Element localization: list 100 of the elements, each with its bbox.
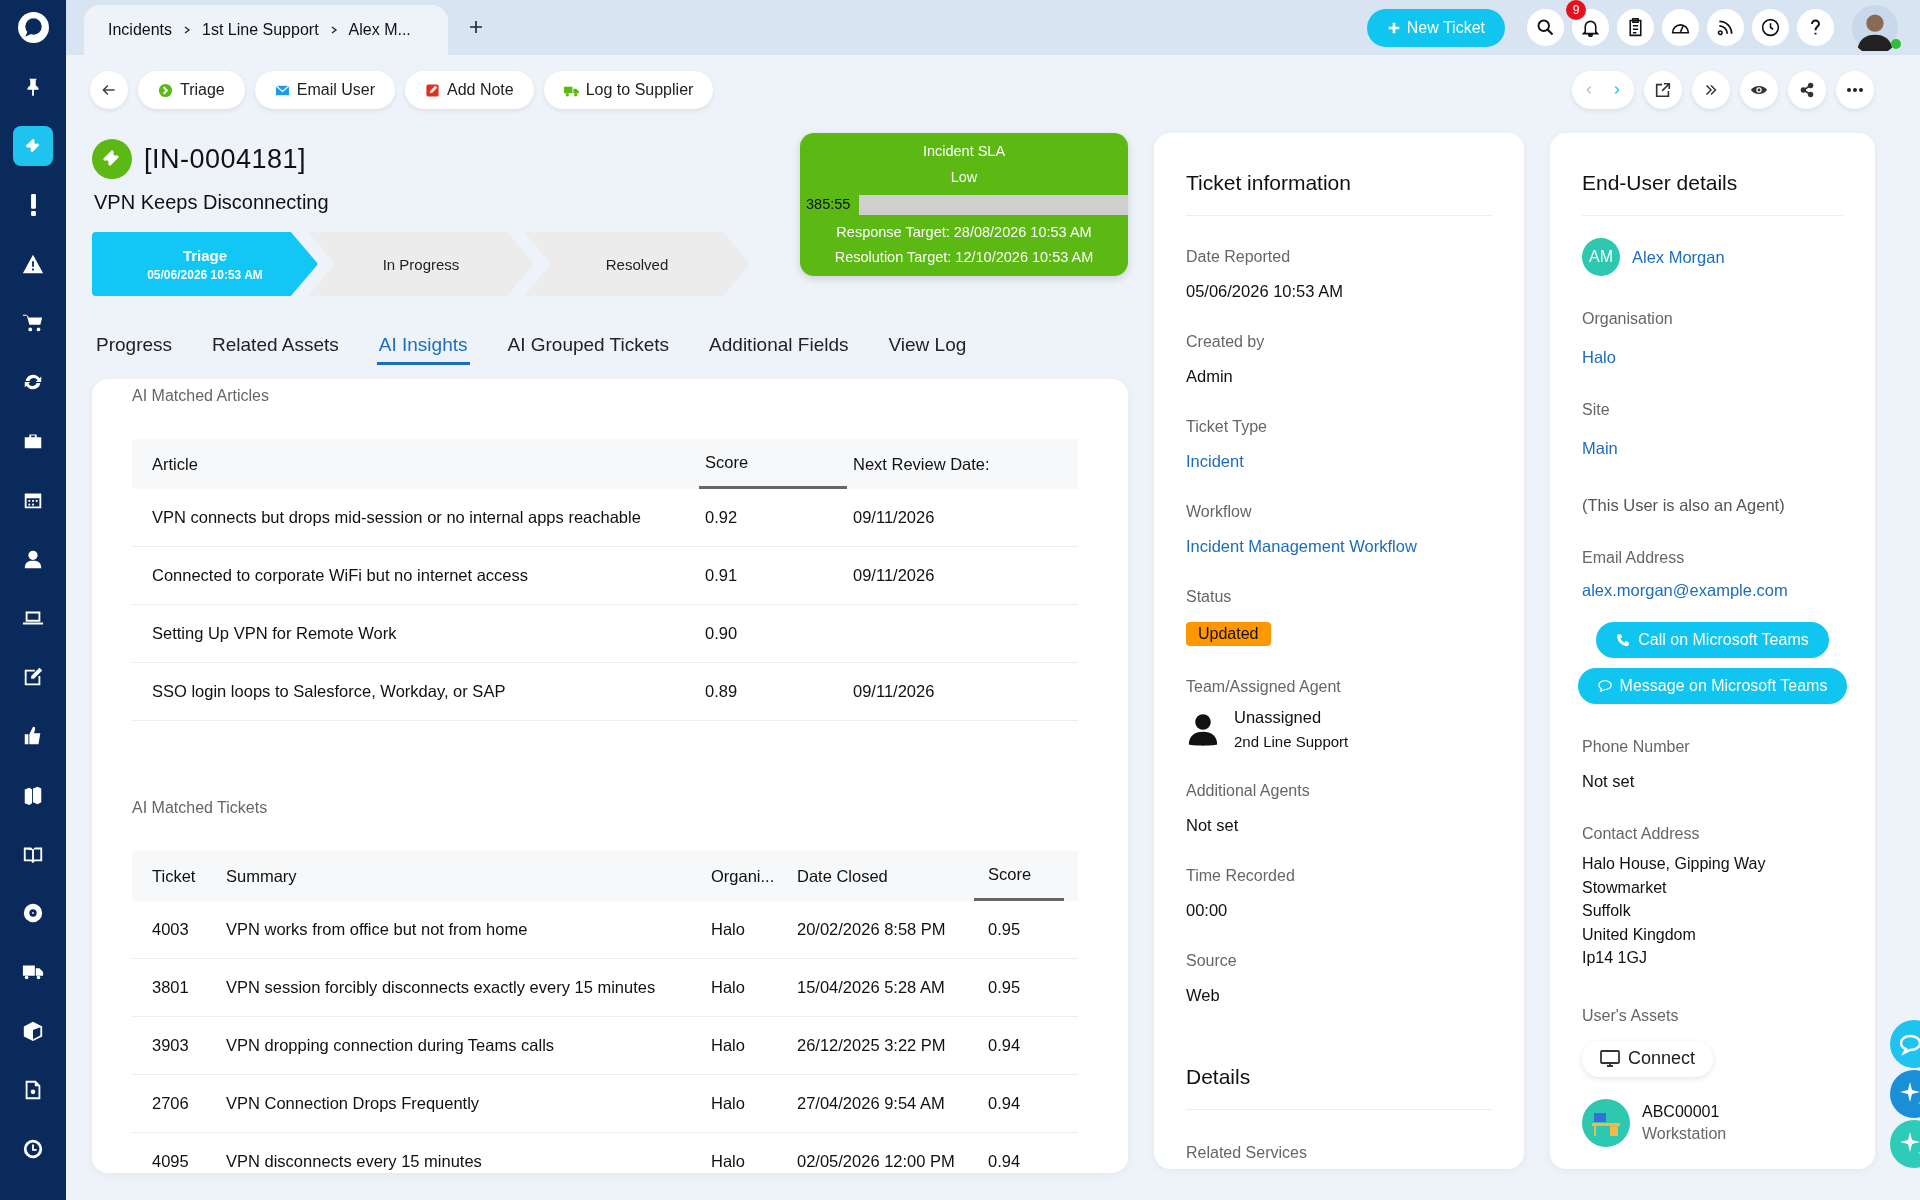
field-label: Ticket Type — [1186, 418, 1268, 436]
field-label: Contact Address — [1582, 825, 1701, 843]
panel-title: End-User details — [1582, 171, 1843, 216]
sla-priority: Low — [950, 169, 978, 187]
sla-title: Incident SLA — [922, 143, 1006, 161]
share-button[interactable] — [1788, 71, 1826, 109]
sidebar-item[interactable] — [13, 125, 53, 166]
table-cell-text: 2706 — [151, 1093, 190, 1114]
clipboard-button[interactable] — [1617, 9, 1654, 46]
add-tab-icon[interactable] — [468, 19, 484, 35]
breadcrumb-link[interactable]: 1st Line Support — [202, 21, 319, 39]
logo-icon[interactable] — [16, 11, 50, 44]
column-header[interactable]: Organi... — [699, 851, 789, 901]
table-cell-text: VPN session forcibly disconnects exactly every 15 minutes — [225, 977, 657, 998]
person-icon — [1186, 711, 1220, 747]
section-title: AI Matched Tickets — [132, 799, 269, 817]
field-label: Time Recorded — [1186, 867, 1296, 885]
tab[interactable]: AI Insights — [376, 334, 470, 365]
table-cell-text: 0.95 — [987, 919, 1022, 940]
field-label: Organisation — [1582, 310, 1674, 328]
organisation-link[interactable]: Halo — [1582, 348, 1843, 367]
stage-step[interactable]: In Progress — [308, 232, 534, 296]
action-button[interactable]: Add Note — [405, 71, 534, 109]
table-cell-text: 09/11/2026 — [852, 565, 936, 586]
stage-step[interactable]: Resolved — [524, 232, 750, 296]
field-label: Email Address — [1582, 549, 1686, 567]
email-link[interactable]: alex.morgan@example.com — [1582, 581, 1843, 600]
action-button[interactable]: Log to Supplier — [543, 71, 714, 109]
field-link[interactable]: Incident — [1186, 452, 1492, 471]
ticket-icon — [92, 139, 132, 179]
watch-button[interactable] — [1740, 71, 1778, 109]
breadcrumb-tab[interactable]: Incidents 1st Line Support Alex M... — [84, 5, 448, 55]
table-cell-text: Halo — [710, 977, 746, 998]
tab[interactable]: Additional Fields — [707, 334, 851, 365]
table-cell-text: 0.92 — [704, 507, 739, 528]
column-header[interactable]: Summary — [214, 851, 699, 901]
more-button[interactable] — [1836, 71, 1874, 109]
help-button[interactable] — [1797, 9, 1834, 46]
edit-icon — [22, 665, 44, 688]
column-header[interactable]: Score — [699, 439, 847, 489]
column-header[interactable]: Next Review Date: — [847, 439, 1078, 489]
table-cell-text: 0.91 — [704, 565, 739, 586]
breadcrumb-link[interactable]: Incidents — [108, 21, 173, 39]
field-value: Unassigned — [1234, 708, 1323, 727]
field-label: Phone Number — [1582, 738, 1691, 756]
user-name-link[interactable]: Alex Morgan — [1632, 247, 1725, 267]
feed-button[interactable] — [1707, 9, 1744, 46]
panel-title: Ticket information — [1186, 171, 1492, 216]
response-target: Response Target: 28/08/2026 10:53 AM — [836, 224, 1092, 240]
gauge-button[interactable] — [1662, 9, 1699, 46]
breadcrumb-link[interactable]: Alex M... — [348, 21, 411, 39]
asset-type: Workstation — [1642, 1124, 1727, 1143]
field-label: Date Reported — [1186, 248, 1292, 266]
tab[interactable]: Related Assets — [210, 334, 341, 365]
field-label: Team/Assigned Agent — [1186, 678, 1342, 696]
clock-button[interactable] — [1752, 9, 1789, 46]
user-avatar[interactable] — [1852, 4, 1898, 51]
field-link[interactable]: Incident Management Workflow — [1186, 537, 1492, 556]
search-icon — [1535, 17, 1556, 38]
column-header[interactable]: Date Closed — [789, 851, 974, 901]
table-cell-text: VPN disconnects every 15 minutes — [225, 1151, 483, 1172]
monitor-icon — [1600, 1049, 1620, 1068]
back-button[interactable] — [90, 71, 128, 109]
search-button[interactable] — [1527, 9, 1564, 46]
chat-bubble-icon — [1597, 679, 1612, 693]
field-label: Source — [1186, 952, 1238, 970]
forward-button[interactable] — [1692, 71, 1730, 109]
table-cell-text: 0.95 — [987, 977, 1022, 998]
field-value: Admin — [1186, 367, 1234, 386]
column-header[interactable]: Ticket — [132, 851, 214, 901]
sla-timer: 385:55 — [806, 196, 851, 212]
clock-icon — [22, 1137, 44, 1160]
field-label: Created by — [1186, 333, 1266, 351]
field-value: 00:00 — [1186, 901, 1229, 920]
action-button[interactable]: Triage — [138, 71, 245, 109]
table-cell-text: 15/04/2026 5:28 AM — [796, 977, 946, 998]
connect-button[interactable]: Connect — [1582, 1040, 1714, 1077]
action-button[interactable]: Email User — [254, 71, 395, 109]
team-name: 2nd Line Support — [1234, 733, 1349, 750]
table-cell-text: Connected to corporate WiFi but no internet access — [151, 565, 530, 586]
asset-id: ABC00001 — [1642, 1102, 1721, 1121]
field-label: Site — [1582, 401, 1611, 419]
tab[interactable]: Progress — [94, 334, 175, 365]
table-cell-text: 3903 — [151, 1035, 190, 1056]
address-line: United Kingdom — [1582, 925, 1697, 945]
tab[interactable]: View Log — [886, 334, 969, 365]
envelope-icon — [274, 82, 290, 98]
box-icon — [22, 1019, 44, 1042]
table-cell-text: 0.90 — [704, 623, 739, 644]
column-header[interactable]: Article — [132, 439, 699, 489]
open-external-button[interactable] — [1644, 71, 1682, 109]
table-cell-text: 0.94 — [987, 1035, 1022, 1056]
field-label: User's Assets — [1582, 1006, 1680, 1025]
panel-title: Details — [1186, 1065, 1492, 1110]
table-cell-text: VPN dropping connection during Teams calls — [225, 1035, 556, 1056]
clock-icon — [1760, 17, 1781, 38]
table-cell-text: 4095 — [151, 1151, 190, 1172]
site-link[interactable]: Main — [1582, 439, 1843, 458]
column-header[interactable]: Score — [974, 851, 1064, 901]
tab[interactable]: AI Grouped Tickets — [505, 334, 672, 365]
